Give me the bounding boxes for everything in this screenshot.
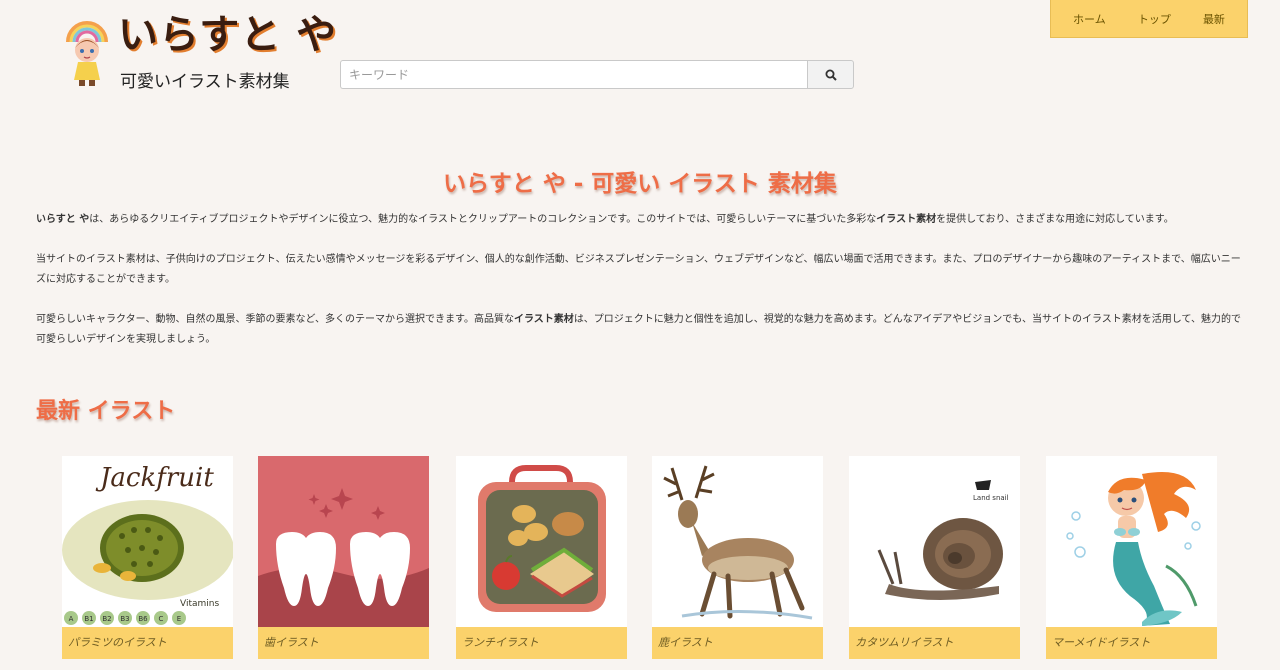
vitamin-badge: E [177,615,181,623]
vitamin-badge: B3 [120,615,129,623]
vitamin-badge: B6 [138,615,148,623]
tooth-image [258,456,429,627]
card-jackfruit[interactable]: Jackfruit Vitamins A B1 B2 B3 B6 C E パラミ… [62,456,233,659]
vitamin-badge: B1 [84,615,93,623]
nav-home[interactable]: ホーム [1073,11,1106,27]
jackfruit-image: Jackfruit Vitamins A B1 B2 B3 B6 C E [62,456,233,627]
card-deer[interactable]: 鹿イラスト [652,456,823,659]
deer-image [652,456,823,627]
vitamin-badge: A [69,615,74,623]
search-button[interactable] [807,60,854,89]
nav-latest[interactable]: 最新 [1203,11,1225,27]
card-caption[interactable]: マーメイドイラスト [1046,627,1217,659]
logo-subtitle: 可愛いイラスト素材集 [120,72,290,92]
card-caption[interactable]: 歯イラスト [258,627,429,659]
top-nav: ホーム トップ 最新 [1050,0,1248,38]
logo-title: いらすと や [118,11,338,58]
search-bar [340,60,854,89]
site-logo[interactable]: いらすと や 可愛いイラスト素材集 [62,4,336,94]
mascot-icon [66,21,108,86]
vitamin-badge: B2 [102,615,111,623]
mermaid-image [1046,456,1217,627]
card-caption[interactable]: カタツムリイラスト [849,627,1020,659]
intro-site-name: いらすと や [36,214,90,225]
snail-label: Land snail [973,494,1009,502]
intro-paragraph-3: 可愛らしいキャラクター、動物、自然の風景、季節の要素など、多くのテーマから選択で… [36,314,1242,345]
snail-image: Land snail [849,456,1020,627]
card-tooth[interactable]: 歯イラスト [258,456,429,659]
search-icon [825,69,837,81]
latest-grid: Jackfruit Vitamins A B1 B2 B3 B6 C E パラミ… [62,456,1222,660]
page-title: いらすと や - 可愛い イラスト 素材集 [443,171,837,197]
intro-paragraph-2: 当サイトのイラスト素材は、子供向けのプロジェクト、伝えたい感情やメッセージを彩る… [36,254,1241,285]
card-caption[interactable]: パラミツのイラスト [62,627,233,659]
card-mermaid[interactable]: マーメイドイラスト [1046,456,1217,659]
search-input[interactable] [340,60,807,89]
card-caption[interactable]: ランチイラスト [456,627,627,659]
lunchbox-image [456,456,627,627]
vitamin-badge: C [159,615,164,623]
card-caption[interactable]: 鹿イラスト [652,627,823,659]
card-snail[interactable]: Land snail カタツムリイラスト [849,456,1020,659]
intro-paragraph-1: いらすと やは、あらゆるクリエイティブプロジェクトやデザインに役立つ、魅力的なイ… [36,214,1174,225]
jackfruit-title: Jackfruit [95,463,214,493]
intro-text: いらすと やは、あらゆるクリエイティブプロジェクトやデザインに役立つ、魅力的なイ… [36,210,1248,370]
nav-top[interactable]: トップ [1138,11,1171,27]
card-lunch[interactable]: ランチイラスト [456,456,627,659]
vitamins-label: Vitamins [180,599,219,609]
latest-heading: 最新 イラスト [36,399,176,424]
